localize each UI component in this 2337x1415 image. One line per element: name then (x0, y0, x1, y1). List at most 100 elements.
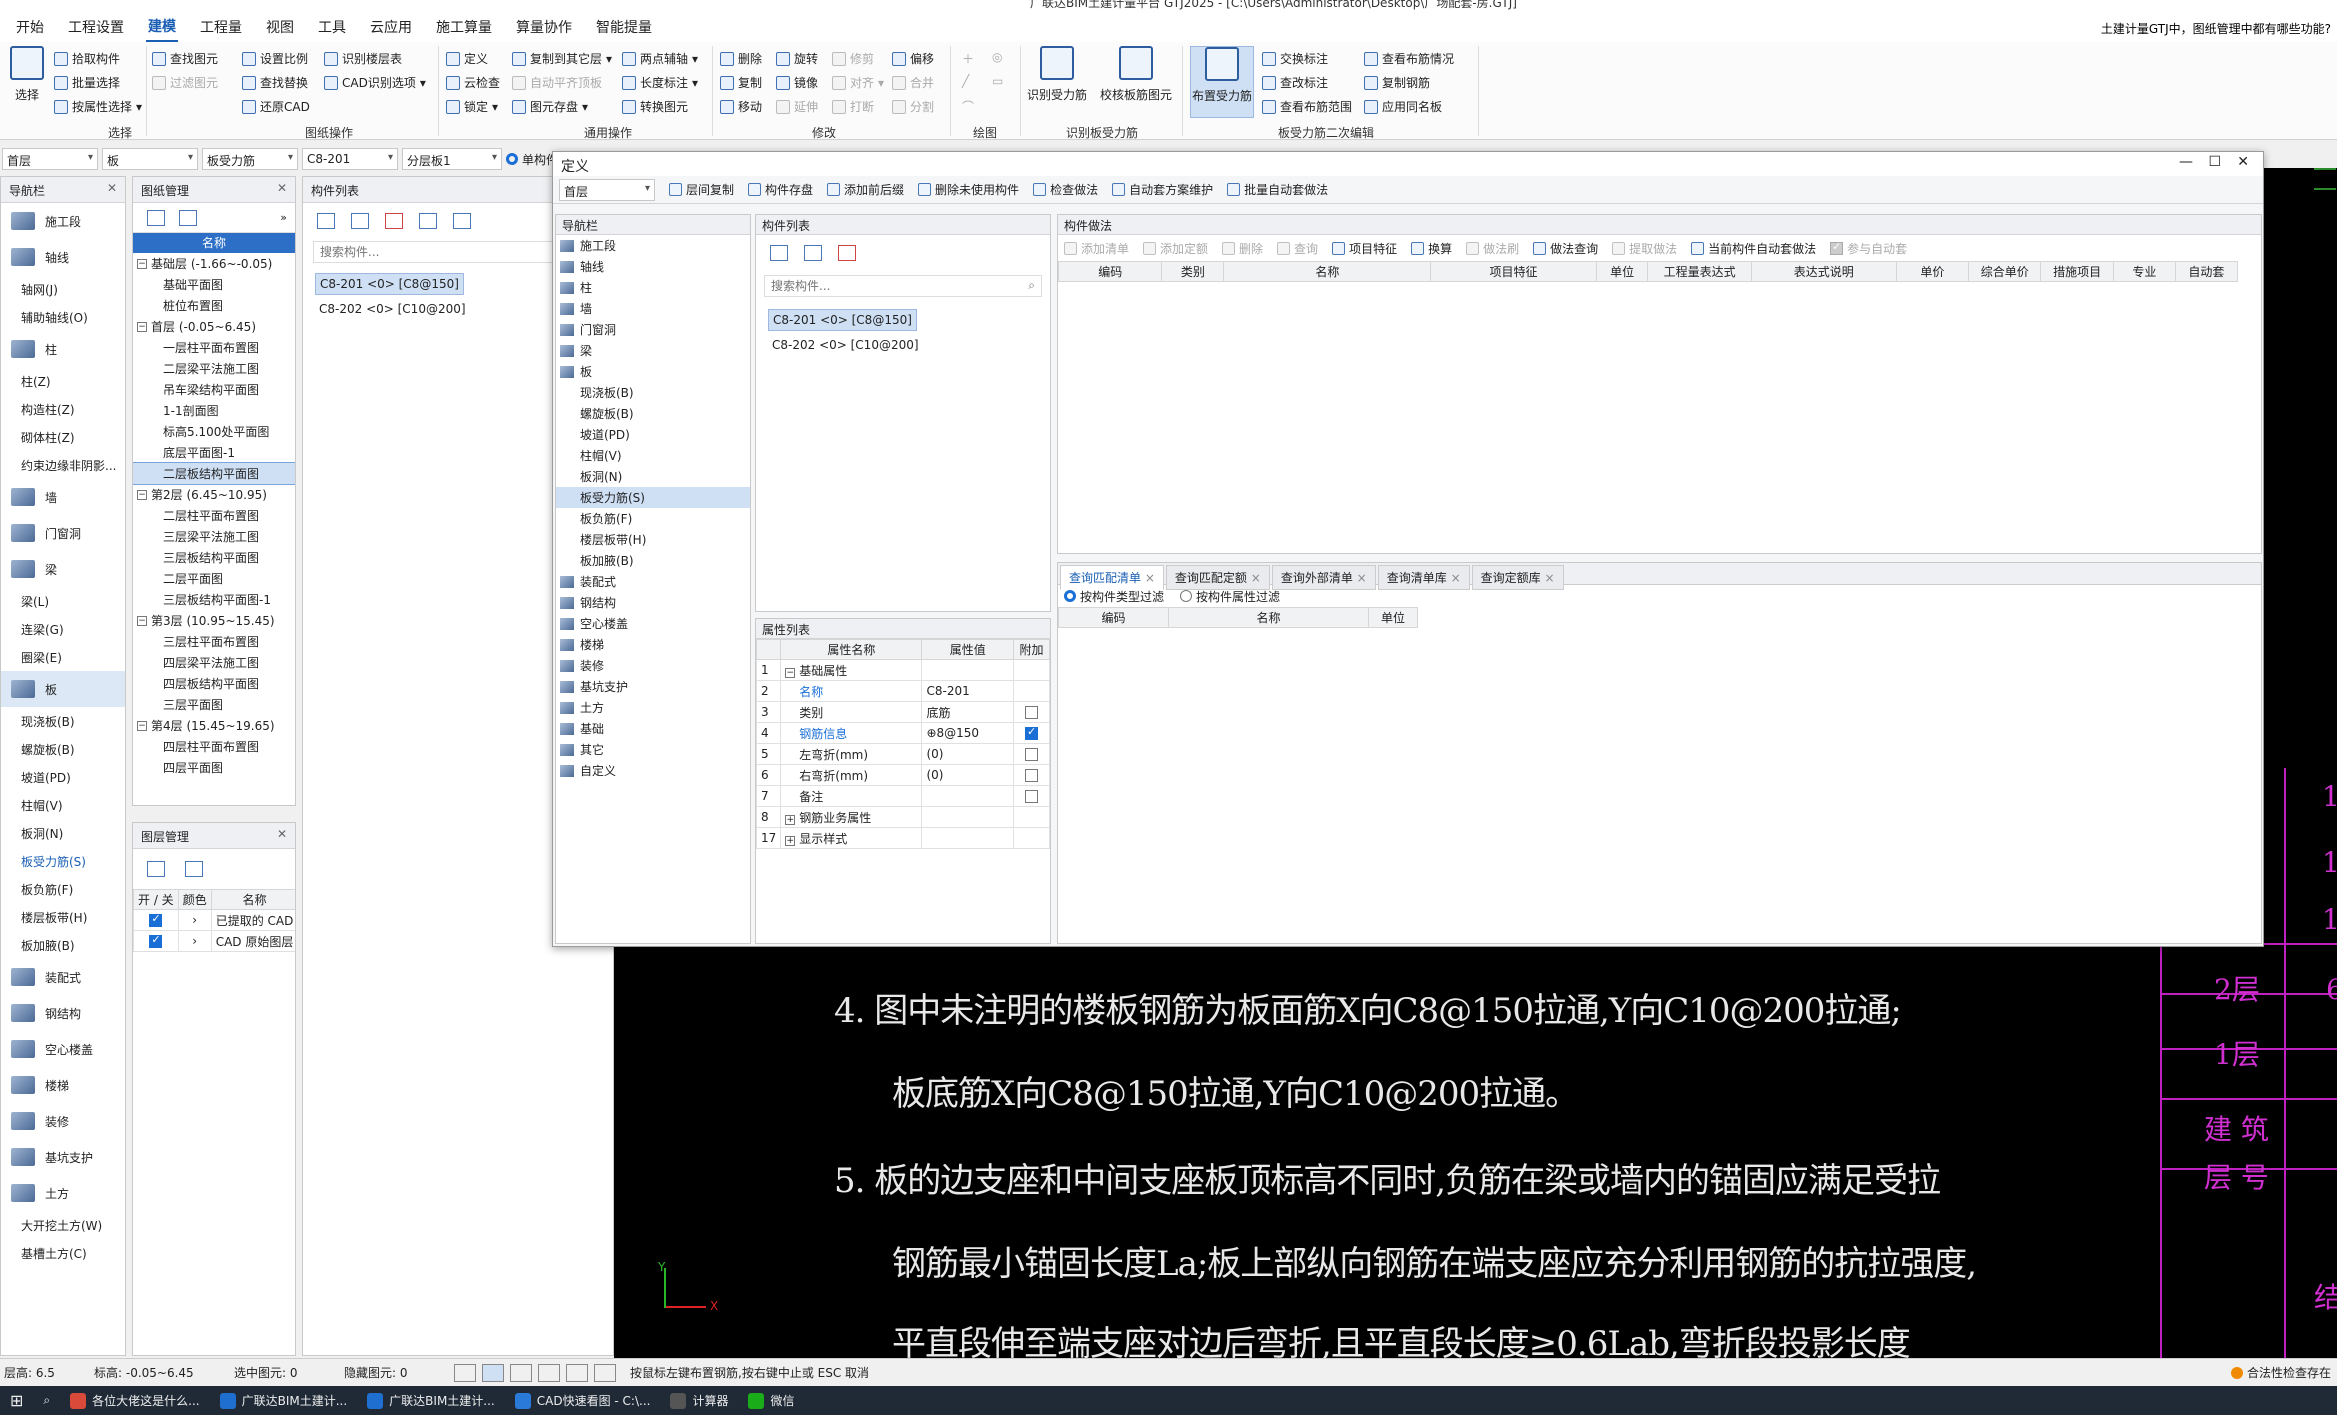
filter-element-button[interactable]: 过滤图元 (152, 74, 218, 91)
property-row[interactable]: 1− 基础属性 (756, 659, 1050, 681)
expand-icon[interactable]: » (280, 211, 287, 224)
close-icon[interactable]: ✕ (277, 827, 287, 841)
nav-item[interactable]: 柱 (1, 331, 125, 367)
drawing-item[interactable]: 桩位布置图 (133, 295, 295, 316)
define-button[interactable]: 定义 (446, 50, 488, 67)
split-drawing-icon[interactable] (179, 209, 197, 226)
nav-item[interactable]: 轴线 (1, 239, 125, 275)
copy-icon[interactable] (804, 245, 822, 261)
nav-subitem[interactable]: 板负筋(F) (1, 875, 125, 903)
drawing-item[interactable]: 三层梁平法施工图 (133, 526, 295, 547)
property-row[interactable]: 3 类别 底筋 (756, 701, 1050, 723)
check-rebar-button[interactable]: 校核板筋图元 (1098, 46, 1174, 103)
subtype-select[interactable]: 板受力筋 (202, 148, 298, 170)
collapse-icon[interactable]: + (785, 835, 796, 846)
nav-subitem[interactable]: 约束边缘非阴影... (1, 451, 125, 479)
attach-checkbox[interactable] (1025, 748, 1038, 761)
nav-item[interactable]: 基坑支护 (1, 1139, 125, 1175)
method-tool-1[interactable]: 添加定额 (1143, 240, 1208, 257)
dialog-nav-subitem[interactable]: 现浇板(B) (556, 382, 750, 403)
complist-search[interactable] (313, 241, 583, 263)
layer-select[interactable]: 分层板1 (402, 148, 502, 170)
mirror-button[interactable]: 镜像 (776, 74, 818, 91)
layer-show-icon[interactable] (147, 861, 165, 877)
close-icon[interactable]: ✕ (107, 181, 117, 195)
nav-subitem[interactable]: 柱帽(V) (1, 791, 125, 819)
dialog-floor-select[interactable]: 首层 (559, 178, 655, 201)
nav-item[interactable]: 装配式 (1, 959, 125, 995)
find-element-button[interactable]: 查找图元 (152, 50, 218, 67)
property-value[interactable]: (0) (921, 743, 1014, 765)
dialog-tool-0[interactable]: 层间复制 (669, 181, 734, 198)
taskbar-item[interactable]: 广联达BIM土建计... (210, 1386, 358, 1415)
ortho-toggle[interactable] (454, 1363, 476, 1382)
dialog-nav-item[interactable]: 板 (556, 361, 750, 382)
dialog-nav-item[interactable]: 装修 (556, 655, 750, 676)
identify-rebar-button[interactable]: 识别受力筋 (1026, 46, 1088, 103)
component-item[interactable]: C8-201 <0> [C8@150] (768, 309, 917, 331)
copy-button[interactable]: 复制 (720, 74, 762, 91)
windows-start-icon[interactable]: ⊞ (0, 1386, 33, 1415)
layer-row[interactable]: ›已提取的 CAD (133, 909, 295, 931)
place-rebar-button[interactable]: 布置受力筋 (1190, 46, 1254, 118)
delete-button[interactable]: 删除 (720, 50, 762, 67)
menu-1[interactable]: 工程设置 (66, 13, 126, 41)
attach-checkbox[interactable] (1025, 769, 1038, 782)
attach-checkbox[interactable] (1025, 790, 1038, 803)
dialog-nav-subitem[interactable]: 螺旋板(B) (556, 403, 750, 424)
status-right[interactable]: 合法性检查存在 (2247, 1364, 2331, 1381)
taskbar-item[interactable]: 计算器 (660, 1386, 738, 1415)
close-icon[interactable]: × (1357, 571, 1367, 585)
offset-toggle[interactable] (566, 1363, 588, 1382)
drawing-group[interactable]: − 首层 (-0.05~6.45) (133, 316, 295, 337)
taskbar-item[interactable]: 微信 (738, 1386, 804, 1415)
nav-item[interactable]: 梁 (1, 551, 125, 587)
nav-subitem[interactable]: 连梁(G) (1, 615, 125, 643)
dialog-nav-subitem[interactable]: 板洞(N) (556, 466, 750, 487)
break-button[interactable]: 打断 (832, 98, 874, 115)
nav-item[interactable]: 装修 (1, 1103, 125, 1139)
line-tool[interactable]: ╱ (962, 74, 969, 88)
method-tool-5[interactable]: 换算 (1411, 240, 1452, 257)
collapse-icon[interactable]: − (137, 258, 147, 269)
drawing-item[interactable]: 1-1剖面图 (133, 400, 295, 421)
restore-cad-button[interactable]: 还原CAD (242, 98, 310, 115)
drawing-item[interactable]: 二层平面图 (133, 568, 295, 589)
store-element-button[interactable]: 图元存盘 ▾ (512, 98, 588, 115)
property-value[interactable]: ⊕8@150 (921, 722, 1014, 744)
method-tool-9[interactable]: 当前构件自动套做法 (1691, 240, 1816, 257)
drawing-item[interactable]: 二层柱平面布置图 (133, 505, 295, 526)
property-value[interactable] (921, 827, 1014, 849)
apply-same-name-button[interactable]: 应用同名板 (1364, 98, 1442, 115)
property-row[interactable]: 5 左弯折(mm) (0) (756, 743, 1050, 765)
taskbar-item[interactable]: CAD快速看图 - C:\... (505, 1386, 661, 1415)
floor-select[interactable]: 首层 (2, 148, 98, 170)
cad-options-button[interactable]: CAD识别选项 ▾ (324, 74, 426, 91)
expand-icon[interactable]: › (177, 930, 212, 952)
length-dim-button[interactable]: 长度标注 ▾ (622, 74, 698, 91)
method-tool-2[interactable]: 删除 (1222, 240, 1263, 257)
attach-checkbox[interactable] (1025, 725, 1038, 740)
close-icon[interactable]: × (1451, 571, 1461, 585)
nav-subitem[interactable]: 板受力筋(S) (1, 847, 125, 875)
drawing-item[interactable]: 底层平面图-1 (133, 442, 295, 463)
help-hint[interactable]: 土建计量GTJ中，图纸管理中都有哪些功能? (2101, 20, 2331, 37)
dialog-nav-subitem[interactable]: 楼层板带(H) (556, 529, 750, 550)
snap-toggle[interactable] (482, 1363, 504, 1382)
nav-subitem[interactable]: 现浇板(B) (1, 707, 125, 735)
method-tool-3[interactable]: 查询 (1277, 240, 1318, 257)
dialog-nav-item[interactable]: 其它 (556, 739, 750, 760)
rotate-button[interactable]: 旋转 (776, 50, 818, 67)
property-row[interactable]: 2 名称 C8-201 (756, 680, 1050, 702)
dialog-nav-item[interactable]: 墙 (556, 298, 750, 319)
nav-subitem[interactable]: 梁(L) (1, 587, 125, 615)
collapse-icon[interactable]: − (785, 667, 796, 678)
taskbar-item[interactable]: 各位大佬这是什么... (60, 1386, 209, 1415)
property-row[interactable]: 6 右弯折(mm) (0) (756, 764, 1050, 786)
view-status-button[interactable]: 查看布筋情况 (1364, 50, 1454, 67)
nav-item[interactable]: 楼梯 (1, 1067, 125, 1103)
dialog-nav-subitem[interactable]: 柱帽(V) (556, 445, 750, 466)
nav-item[interactable]: 土方 (1, 1175, 125, 1211)
dialog-nav-item[interactable]: 空心楼盖 (556, 613, 750, 634)
dialog-nav-item[interactable]: 自定义 (556, 760, 750, 781)
